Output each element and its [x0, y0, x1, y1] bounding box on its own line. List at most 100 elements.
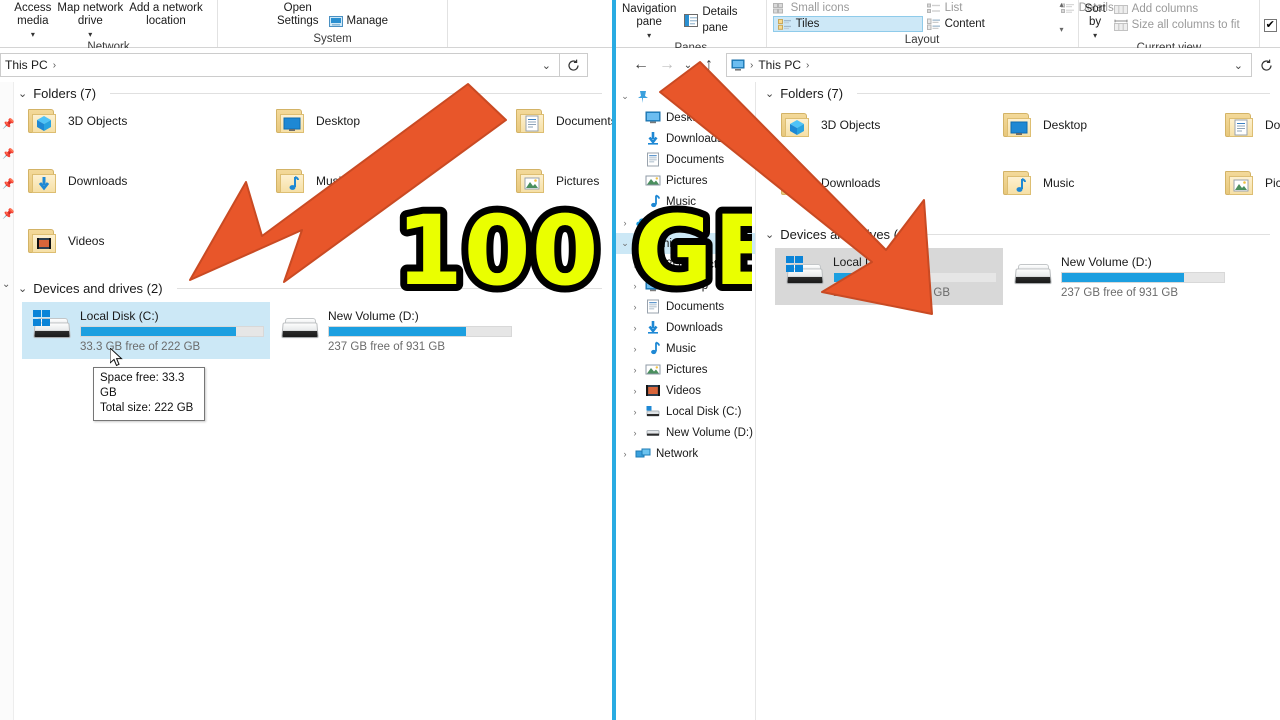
- chevron-down-icon[interactable]: ⌄: [765, 228, 774, 241]
- layout-scroll-controls[interactable]: ▴ ▾: [1056, 0, 1068, 34]
- breadcrumb-this-pc[interactable]: This PC: [5, 58, 48, 72]
- open-settings-button[interactable]: Open Settings: [277, 1, 319, 28]
- content-icon: [926, 18, 941, 31]
- nav-item-label: Documents: [666, 300, 725, 313]
- folder-tile-music[interactable]: Music: [270, 163, 510, 199]
- drive-tile-local-disk-c[interactable]: Local Disk (C:) 33.3 GB free of 222 GB: [22, 302, 270, 359]
- chevron-right-icon[interactable]: ›: [630, 344, 640, 354]
- view-option-content[interactable]: Content: [926, 16, 1057, 32]
- navigation-pane-button[interactable]: Navigation pane ▾: [622, 2, 676, 42]
- nav-item-this-pc[interactable]: ⌄ This PC: [616, 233, 755, 254]
- folders-group-header-right[interactable]: ⌄ Folders (7): [761, 82, 1280, 103]
- folder-tile-documents[interactable]: Documents: [1219, 107, 1280, 143]
- address-dropdown-chevron-icon[interactable]: ⌄: [542, 59, 555, 72]
- folders-group-label: Folders (7): [780, 86, 844, 101]
- nav-item-music[interactable]: › Music: [616, 338, 755, 359]
- nav-item-documents[interactable]: › Documents: [616, 296, 755, 317]
- chevron-right-icon[interactable]: ›: [630, 407, 640, 417]
- chevron-right-icon[interactable]: ›: [630, 323, 640, 333]
- folder-tile-3d-objects[interactable]: 3D Objects: [775, 107, 997, 143]
- chevron-down-icon[interactable]: ⌄: [18, 282, 27, 295]
- folder-tile-desktop[interactable]: Desktop: [270, 103, 510, 139]
- nav-item-documents[interactable]: Documents: [616, 149, 755, 170]
- nav-item-new-volume-d[interactable]: › New Volume (D:): [616, 422, 755, 443]
- chevron-right-icon[interactable]: ›: [630, 281, 640, 291]
- add-network-location-button[interactable]: Add a network location: [129, 1, 203, 28]
- chevron-down-icon[interactable]: ⌄: [620, 91, 630, 102]
- drive-tile-local-disk-c[interactable]: Local Disk (C:) 134 GB free of 222 GB: [775, 248, 1003, 305]
- nav-item-local-disk-c[interactable]: › Local Disk (C:): [616, 401, 755, 422]
- chevron-right-icon[interactable]: ›: [630, 386, 640, 396]
- folder-tile-downloads[interactable]: Downloads: [22, 163, 270, 199]
- scroll-more-icon[interactable]: ▾: [1060, 25, 1064, 34]
- chevron-right-icon[interactable]: ›: [620, 218, 630, 228]
- nav-item-desktop[interactable]: › Desktop: [616, 275, 755, 296]
- sort-by-button[interactable]: Sort by ▾: [1085, 1, 1106, 42]
- folder-tile-3d-objects[interactable]: 3D Objects: [22, 103, 270, 139]
- chevron-down-icon[interactable]: ⌄: [620, 238, 630, 249]
- ribbon-group-current-view: Sort by ▾ Add columns Size all columns t…: [1079, 0, 1261, 54]
- item-checkboxes-checkbox[interactable]: ✔: [1263, 19, 1277, 32]
- up-button[interactable]: ↑: [696, 52, 722, 78]
- view-option-list[interactable]: List: [926, 0, 1057, 16]
- size-all-columns-button[interactable]: Size all columns to fit: [1113, 17, 1240, 33]
- chevron-down-icon[interactable]: ⌄: [18, 87, 27, 100]
- address-input-left[interactable]: This PC › ⌄: [0, 53, 560, 77]
- address-dropdown-chevron-icon[interactable]: ⌄: [1234, 59, 1247, 72]
- nav-item-videos[interactable]: › Videos: [616, 380, 755, 401]
- nav-item-onedrive[interactable]: › OneDrive: [616, 212, 755, 233]
- drives-group-header-right[interactable]: ⌄ Devices and drives (2): [761, 223, 1280, 244]
- folder-tile-documents[interactable]: Documents: [510, 103, 612, 139]
- folder-label: Documents: [556, 114, 612, 128]
- scroll-up-icon[interactable]: ▴: [1060, 0, 1064, 9]
- drive-free-text: 237 GB free of 931 GB: [328, 341, 445, 353]
- drive-name: Local Disk (C:): [80, 309, 159, 323]
- view-option-small-icons[interactable]: Small icons: [772, 0, 923, 16]
- drives-group-header-left[interactable]: ⌄ Devices and drives (2): [0, 277, 612, 298]
- add-columns-button[interactable]: Add columns: [1113, 1, 1240, 17]
- ribbon-checkbox-group: ✔: [1260, 0, 1280, 47]
- nav-item-desktop[interactable]: Desktop: [616, 107, 755, 128]
- chevron-right-icon[interactable]: ›: [620, 449, 630, 459]
- nav-item-pictures[interactable]: Pictures: [616, 170, 755, 191]
- nav-item-downloads[interactable]: Downloads: [616, 128, 755, 149]
- map-network-drive-button[interactable]: Map network drive ▾: [57, 1, 123, 41]
- details-pane-icon: [684, 13, 699, 27]
- quick-access-root[interactable]: ⌄: [616, 86, 755, 107]
- chevron-right-icon[interactable]: ›: [630, 428, 640, 438]
- back-button[interactable]: ←: [628, 52, 654, 78]
- chevron-down-icon[interactable]: ⌄: [765, 87, 774, 100]
- chevron-right-icon[interactable]: ›: [630, 302, 640, 312]
- refresh-button-right[interactable]: [1252, 53, 1280, 77]
- manage-button[interactable]: Manage: [328, 13, 388, 29]
- nav-item-music[interactable]: Music: [616, 191, 755, 212]
- folder-tile-pictures[interactable]: Pictures: [1219, 165, 1280, 201]
- recent-locations-button[interactable]: ⌄: [680, 52, 696, 78]
- view-option-tiles[interactable]: Tiles: [772, 16, 923, 32]
- folder-tile-downloads[interactable]: Downloads: [775, 165, 997, 201]
- nav-item-network[interactable]: › Network: [616, 443, 755, 464]
- chevron-right-icon[interactable]: ›: [630, 260, 640, 270]
- refresh-button-left[interactable]: [560, 53, 588, 77]
- access-media-button[interactable]: Access media ▾: [14, 1, 51, 41]
- chevron-right-icon[interactable]: ›: [630, 365, 640, 375]
- nav-item-3d-objects[interactable]: › 3D Objects: [616, 254, 755, 275]
- address-input-right[interactable]: › This PC › ⌄: [726, 53, 1252, 77]
- folder-tile-music[interactable]: Music: [997, 165, 1219, 201]
- breadcrumb-left[interactable]: This PC ›: [5, 58, 56, 72]
- drive-icon: [645, 425, 661, 440]
- folder-tile-pictures[interactable]: Pictures: [510, 163, 612, 199]
- forward-button[interactable]: →: [654, 52, 680, 78]
- folder-tile-videos[interactable]: Videos: [22, 223, 270, 259]
- details-pane-button[interactable]: Details pane: [684, 6, 759, 34]
- breadcrumb-right[interactable]: › This PC ›: [750, 58, 809, 72]
- ribbon-left: Access media ▾ Map network drive ▾ Add a…: [0, 0, 612, 53]
- desktop-folder-icon: [1001, 110, 1035, 140]
- folders-group-header-left[interactable]: ⌄ Folders (7): [0, 82, 612, 103]
- breadcrumb-this-pc[interactable]: This PC: [758, 58, 801, 72]
- nav-item-downloads[interactable]: › Downloads: [616, 317, 755, 338]
- drive-tile-new-volume-d[interactable]: New Volume (D:) 237 GB free of 931 GB: [270, 302, 518, 359]
- folder-tile-desktop[interactable]: Desktop: [997, 107, 1219, 143]
- nav-item-pictures[interactable]: › Pictures: [616, 359, 755, 380]
- drive-tile-new-volume-d[interactable]: New Volume (D:) 237 GB free of 931 GB: [1003, 248, 1231, 305]
